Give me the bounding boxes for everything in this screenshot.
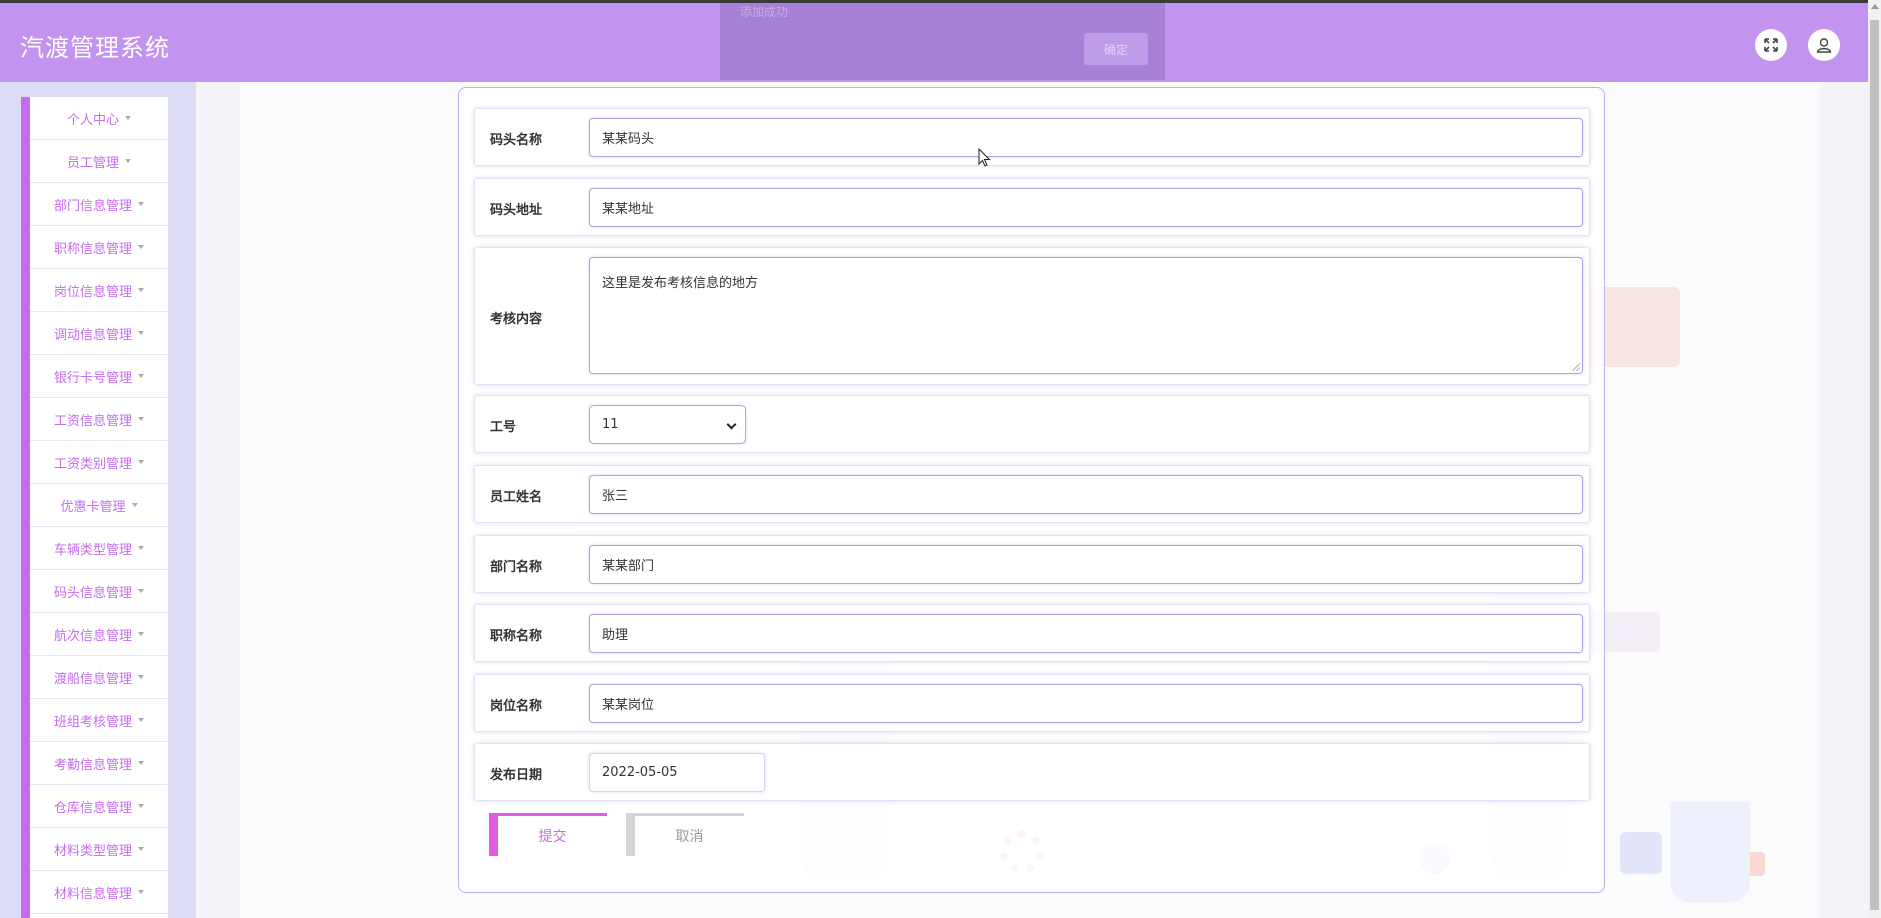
sidebar-item-attendance[interactable]: 考勤信息管理 bbox=[30, 742, 168, 785]
app-title: 汽渡管理系统 bbox=[20, 34, 170, 62]
caret-down-icon bbox=[131, 503, 138, 507]
caret-down-icon bbox=[138, 675, 144, 679]
toast-message: 添加成功 bbox=[740, 5, 789, 19]
pier-name-label: 码头名称 bbox=[490, 133, 543, 148]
caret-down-icon bbox=[138, 890, 144, 894]
caret-down-icon bbox=[138, 718, 144, 722]
sidebar-item-voyage[interactable]: 航次信息管理 bbox=[30, 613, 168, 656]
caret-down-icon bbox=[138, 589, 144, 593]
scroll-up-icon[interactable] bbox=[1871, 4, 1879, 9]
submit-button[interactable]: 提交 bbox=[489, 813, 607, 856]
caret-down-icon bbox=[138, 202, 144, 206]
department-name-label: 部门名称 bbox=[490, 560, 543, 575]
code-icon bbox=[1620, 832, 1662, 874]
caret-down-icon bbox=[125, 159, 131, 163]
department-name-input[interactable]: 某某部门 bbox=[589, 545, 1583, 584]
sidebar-item-transfer[interactable]: 调动信息管理 bbox=[30, 312, 168, 355]
form-row-pier-name: 码头名称 某某码头 bbox=[474, 108, 1590, 166]
caret-down-icon bbox=[125, 116, 131, 120]
caret-down-icon bbox=[138, 804, 144, 808]
sidebar-item-position[interactable]: 岗位信息管理 bbox=[30, 269, 168, 312]
employee-id-selected-value: 11 bbox=[602, 417, 619, 432]
sidebar-item-warehouse[interactable]: 仓库信息管理 bbox=[30, 785, 168, 828]
resize-handle-icon[interactable] bbox=[1572, 363, 1580, 371]
sidebar-item-material-type[interactable]: 材料类型管理 bbox=[30, 828, 168, 871]
sidebar-item-employee[interactable]: 员工管理 bbox=[30, 140, 168, 183]
caret-down-icon bbox=[138, 632, 144, 636]
form-row-employee-name: 员工姓名 张三 bbox=[474, 465, 1590, 523]
expand-icon[interactable] bbox=[1755, 29, 1787, 61]
toast-confirm-button[interactable]: 确定 bbox=[1084, 33, 1148, 65]
title-name-label: 职称名称 bbox=[490, 629, 543, 644]
caret-down-icon bbox=[138, 245, 144, 249]
page-scrollbar[interactable] bbox=[1868, 0, 1881, 918]
pier-address-input[interactable]: 某某地址 bbox=[589, 188, 1583, 227]
user-icon[interactable] bbox=[1808, 29, 1840, 61]
assessment-content-textarea[interactable]: 这里是发布考核信息的地方 bbox=[589, 257, 1583, 374]
caret-down-icon bbox=[138, 546, 144, 550]
publish-date-input[interactable]: 2022-05-05 bbox=[589, 753, 765, 792]
sidebar-item-department[interactable]: 部门信息管理 bbox=[30, 183, 168, 226]
caret-down-icon bbox=[138, 374, 144, 378]
sidebar-item-discount-card[interactable]: 优惠卡管理 bbox=[30, 484, 168, 527]
sidebar-item-title[interactable]: 职称信息管理 bbox=[30, 226, 168, 269]
sidebar-item-ferry[interactable]: 渡船信息管理 bbox=[30, 656, 168, 699]
sidebar-item-salary[interactable]: 工资信息管理 bbox=[30, 398, 168, 441]
caret-down-icon bbox=[138, 417, 144, 421]
form-row-position-name: 岗位名称 某某岗位 bbox=[474, 674, 1590, 732]
sidebar-item-salary-category[interactable]: 工资类别管理 bbox=[30, 441, 168, 484]
scroll-thumb[interactable] bbox=[1870, 20, 1879, 910]
form-row-publish-date: 发布日期 2022-05-05 bbox=[474, 743, 1590, 801]
employee-id-select[interactable]: 11 bbox=[589, 405, 746, 444]
sidebar-item-vehicle-type[interactable]: 车辆类型管理 bbox=[30, 527, 168, 570]
employee-name-label: 员工姓名 bbox=[490, 490, 543, 505]
employee-id-label: 工号 bbox=[490, 420, 517, 435]
form-row-employee-id: 工号 11 bbox=[474, 395, 1590, 453]
employee-name-input[interactable]: 张三 bbox=[589, 475, 1583, 514]
caret-down-icon bbox=[138, 460, 144, 464]
sidebar-menu: 个人中心 员工管理 部门信息管理 职称信息管理 岗位信息管理 调动信息管理 银行… bbox=[21, 97, 168, 918]
sidebar-item-pier[interactable]: 码头信息管理 bbox=[30, 570, 168, 613]
caret-down-icon bbox=[138, 761, 144, 765]
form-row-assessment-content: 考核内容 这里是发布考核信息的地方 bbox=[474, 247, 1590, 385]
caret-down-icon bbox=[138, 331, 144, 335]
assessment-content-label: 考核内容 bbox=[490, 312, 543, 327]
publish-date-label: 发布日期 bbox=[490, 768, 543, 783]
sidebar-item-bank-card[interactable]: 银行卡号管理 bbox=[30, 355, 168, 398]
success-toast: 添加成功 确定 bbox=[720, 3, 1165, 80]
caret-down-icon bbox=[138, 847, 144, 851]
position-name-label: 岗位名称 bbox=[490, 699, 543, 714]
chevron-down-icon bbox=[726, 419, 737, 430]
pier-name-input[interactable]: 某某码头 bbox=[589, 118, 1583, 157]
plant-pot bbox=[1670, 802, 1750, 902]
mouse-cursor-icon bbox=[978, 148, 991, 167]
form-row-department-name: 部门名称 某某部门 bbox=[474, 535, 1590, 593]
assessment-content-text: 这里是发布考核信息的地方 bbox=[602, 276, 759, 291]
position-name-input[interactable]: 某某岗位 bbox=[589, 684, 1583, 723]
form-row-pier-address: 码头地址 某某地址 bbox=[474, 178, 1590, 236]
caret-down-icon bbox=[138, 288, 144, 292]
title-name-input[interactable]: 助理 bbox=[589, 614, 1583, 653]
sidebar-item-team-assessment[interactable]: 班组考核管理 bbox=[30, 699, 168, 742]
sidebar-item-personal-center[interactable]: 个人中心 bbox=[30, 97, 168, 140]
cancel-button[interactable]: 取消 bbox=[626, 813, 744, 856]
form-row-title-name: 职称名称 助理 bbox=[474, 604, 1590, 662]
pier-address-label: 码头地址 bbox=[490, 203, 543, 218]
sidebar-item-material[interactable]: 材料信息管理 bbox=[30, 871, 168, 914]
